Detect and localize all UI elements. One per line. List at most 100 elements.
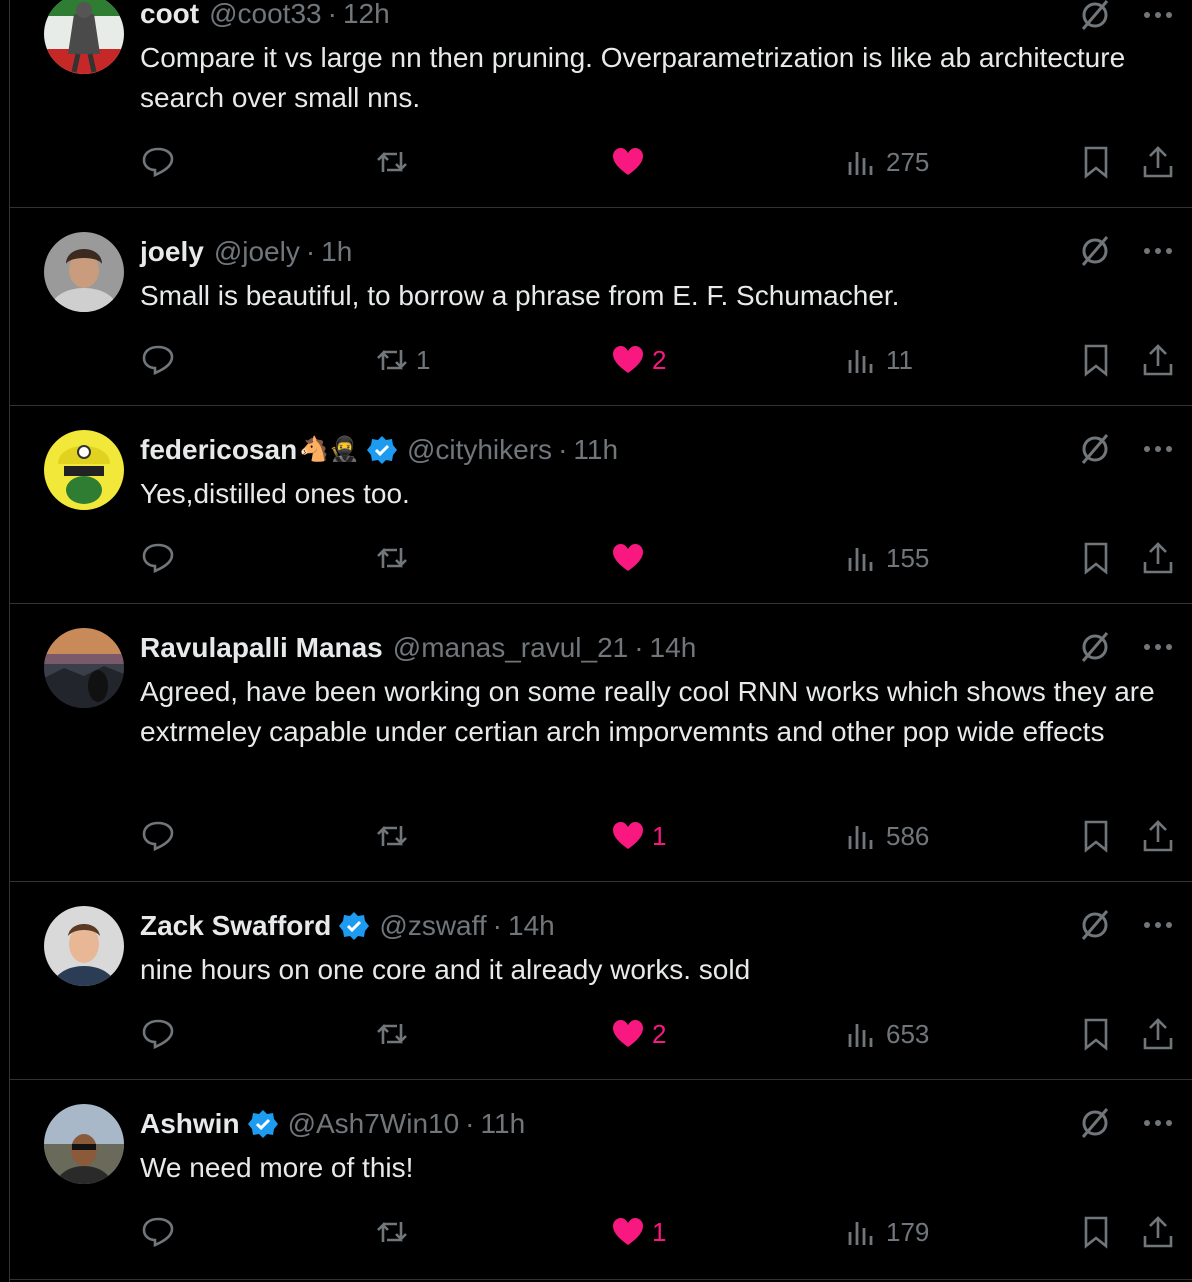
share-button[interactable] — [1140, 538, 1176, 578]
share-icon — [1143, 344, 1173, 376]
avatar[interactable] — [44, 628, 124, 708]
grok-icon[interactable] — [1077, 1105, 1113, 1141]
share-icon — [1143, 1216, 1173, 1248]
share-icon — [1143, 542, 1173, 574]
grok-icon[interactable] — [1077, 907, 1113, 943]
like-button[interactable]: 2 — [610, 1014, 666, 1054]
share-button[interactable] — [1140, 816, 1176, 856]
author-handle[interactable]: @coot33 — [209, 0, 322, 31]
reply-button[interactable] — [140, 1014, 182, 1054]
author-name[interactable]: joely — [140, 235, 204, 269]
repost-button[interactable] — [374, 1212, 416, 1252]
tweet-text: We need more of this! — [140, 1152, 414, 1183]
author-handle[interactable]: @manas_ravul_21 — [393, 631, 628, 665]
grok-icon[interactable] — [1077, 233, 1113, 269]
reply-button[interactable] — [140, 1212, 182, 1252]
heart-icon — [613, 1218, 643, 1245]
author-name[interactable]: federicosan — [140, 433, 297, 467]
bookmark-button[interactable] — [1078, 1014, 1114, 1054]
bookmark-icon — [1084, 1216, 1108, 1249]
views-button[interactable]: 653 — [844, 1014, 929, 1054]
like-button[interactable] — [610, 142, 652, 182]
author-handle[interactable]: @cityhikers — [407, 433, 552, 467]
avatar[interactable] — [44, 232, 124, 312]
bookmark-button[interactable] — [1078, 340, 1114, 380]
views-button[interactable]: 155 — [844, 538, 929, 578]
views-button[interactable]: 275 — [844, 142, 929, 182]
bookmark-icon — [1084, 1018, 1108, 1051]
author-handle[interactable]: @joely — [214, 235, 300, 269]
more-icon[interactable] — [1143, 1118, 1173, 1128]
reply-tweet[interactable]: joely @joely · 1h Small is beautiful, to… — [10, 208, 1192, 406]
views-button[interactable]: 586 — [844, 816, 929, 856]
verified-badge-icon[interactable] — [366, 435, 397, 465]
timestamp[interactable]: 14h — [650, 631, 697, 665]
author-handle[interactable]: @Ash7Win10 — [288, 1107, 460, 1141]
timestamp[interactable]: 12h — [343, 0, 390, 31]
repost-icon — [377, 1023, 407, 1045]
avatar[interactable] — [44, 906, 124, 986]
timestamp[interactable]: 11h — [573, 433, 618, 467]
more-icon[interactable] — [1143, 444, 1173, 454]
action-bar: 275 — [10, 142, 1192, 182]
verified-badge-icon[interactable] — [339, 911, 370, 941]
verified-badge-icon[interactable] — [247, 1109, 278, 1139]
reply-button[interactable] — [140, 816, 182, 856]
bookmark-button[interactable] — [1078, 142, 1114, 182]
avatar[interactable] — [44, 430, 124, 510]
more-icon[interactable] — [1143, 642, 1173, 652]
repost-count: 1 — [416, 344, 431, 375]
avatar[interactable] — [44, 0, 124, 74]
author-name[interactable]: Zack Swafford — [140, 909, 331, 943]
reply-button[interactable] — [140, 142, 182, 182]
bookmark-button[interactable] — [1078, 538, 1114, 578]
repost-button[interactable] — [374, 142, 416, 182]
grok-icon[interactable] — [1077, 431, 1113, 467]
like-button[interactable]: 1 — [610, 1212, 666, 1252]
heart-icon — [613, 148, 643, 175]
separator: · — [492, 910, 502, 941]
more-icon[interactable] — [1143, 246, 1173, 256]
like-count: 1 — [652, 820, 667, 851]
author-handle[interactable]: @zswaff — [379, 909, 486, 943]
author-name[interactable]: Ashwin — [140, 1107, 240, 1141]
grok-icon[interactable] — [1077, 0, 1113, 33]
more-icon[interactable] — [1143, 10, 1173, 20]
reply-tweet[interactable]: coot @coot33 · 12h Compare it vs large n… — [10, 0, 1192, 208]
share-button[interactable] — [1140, 1014, 1176, 1054]
author-name[interactable]: coot — [140, 0, 199, 31]
reply-tweet[interactable]: federicosan 🐴🥷 @cityhikers · 11h Yes,dis… — [10, 406, 1192, 604]
share-button[interactable] — [1140, 142, 1176, 182]
views-button[interactable]: 179 — [844, 1212, 929, 1252]
action-bar: 1 586 — [10, 816, 1192, 856]
reply-tweet[interactable]: Ashwin @Ash7Win10 · 11h We need more of … — [10, 1080, 1192, 1280]
grok-icon[interactable] — [1077, 629, 1113, 665]
share-button[interactable] — [1140, 1212, 1176, 1252]
timestamp[interactable]: 14h — [508, 909, 555, 943]
reply-button[interactable] — [140, 538, 182, 578]
author-name[interactable]: Ravulapalli Manas — [140, 631, 383, 665]
avatar[interactable] — [44, 1104, 124, 1184]
timestamp[interactable]: 11h — [481, 1107, 526, 1141]
heart-icon — [613, 346, 643, 373]
like-button[interactable]: 1 — [610, 816, 666, 856]
like-button[interactable] — [610, 538, 652, 578]
timestamp[interactable]: 1h — [321, 235, 352, 269]
tweet-text: nine hours on one core and it already wo… — [140, 954, 751, 985]
reply-tweet[interactable]: Zack Swafford @zswaff · 14h nine hours o… — [10, 882, 1192, 1080]
reply-button[interactable] — [140, 340, 182, 380]
repost-button[interactable] — [374, 816, 416, 856]
bookmark-button[interactable] — [1078, 816, 1114, 856]
repost-button[interactable] — [374, 538, 416, 578]
bookmark-button[interactable] — [1078, 1212, 1114, 1252]
repost-button[interactable]: 1 — [374, 340, 430, 380]
share-button[interactable] — [1140, 340, 1176, 380]
more-icon[interactable] — [1143, 920, 1173, 930]
repost-button[interactable] — [374, 1014, 416, 1054]
like-button[interactable]: 2 — [610, 340, 666, 380]
views-icon — [848, 350, 873, 373]
tweet-text: Compare it vs large nn then pruning. Ove… — [140, 42, 1126, 113]
reply-tweet[interactable]: Ravulapalli Manas @manas_ravul_21 · 14h … — [10, 604, 1192, 882]
views-button[interactable]: 11 — [844, 340, 913, 380]
views-count: 179 — [886, 1216, 930, 1247]
